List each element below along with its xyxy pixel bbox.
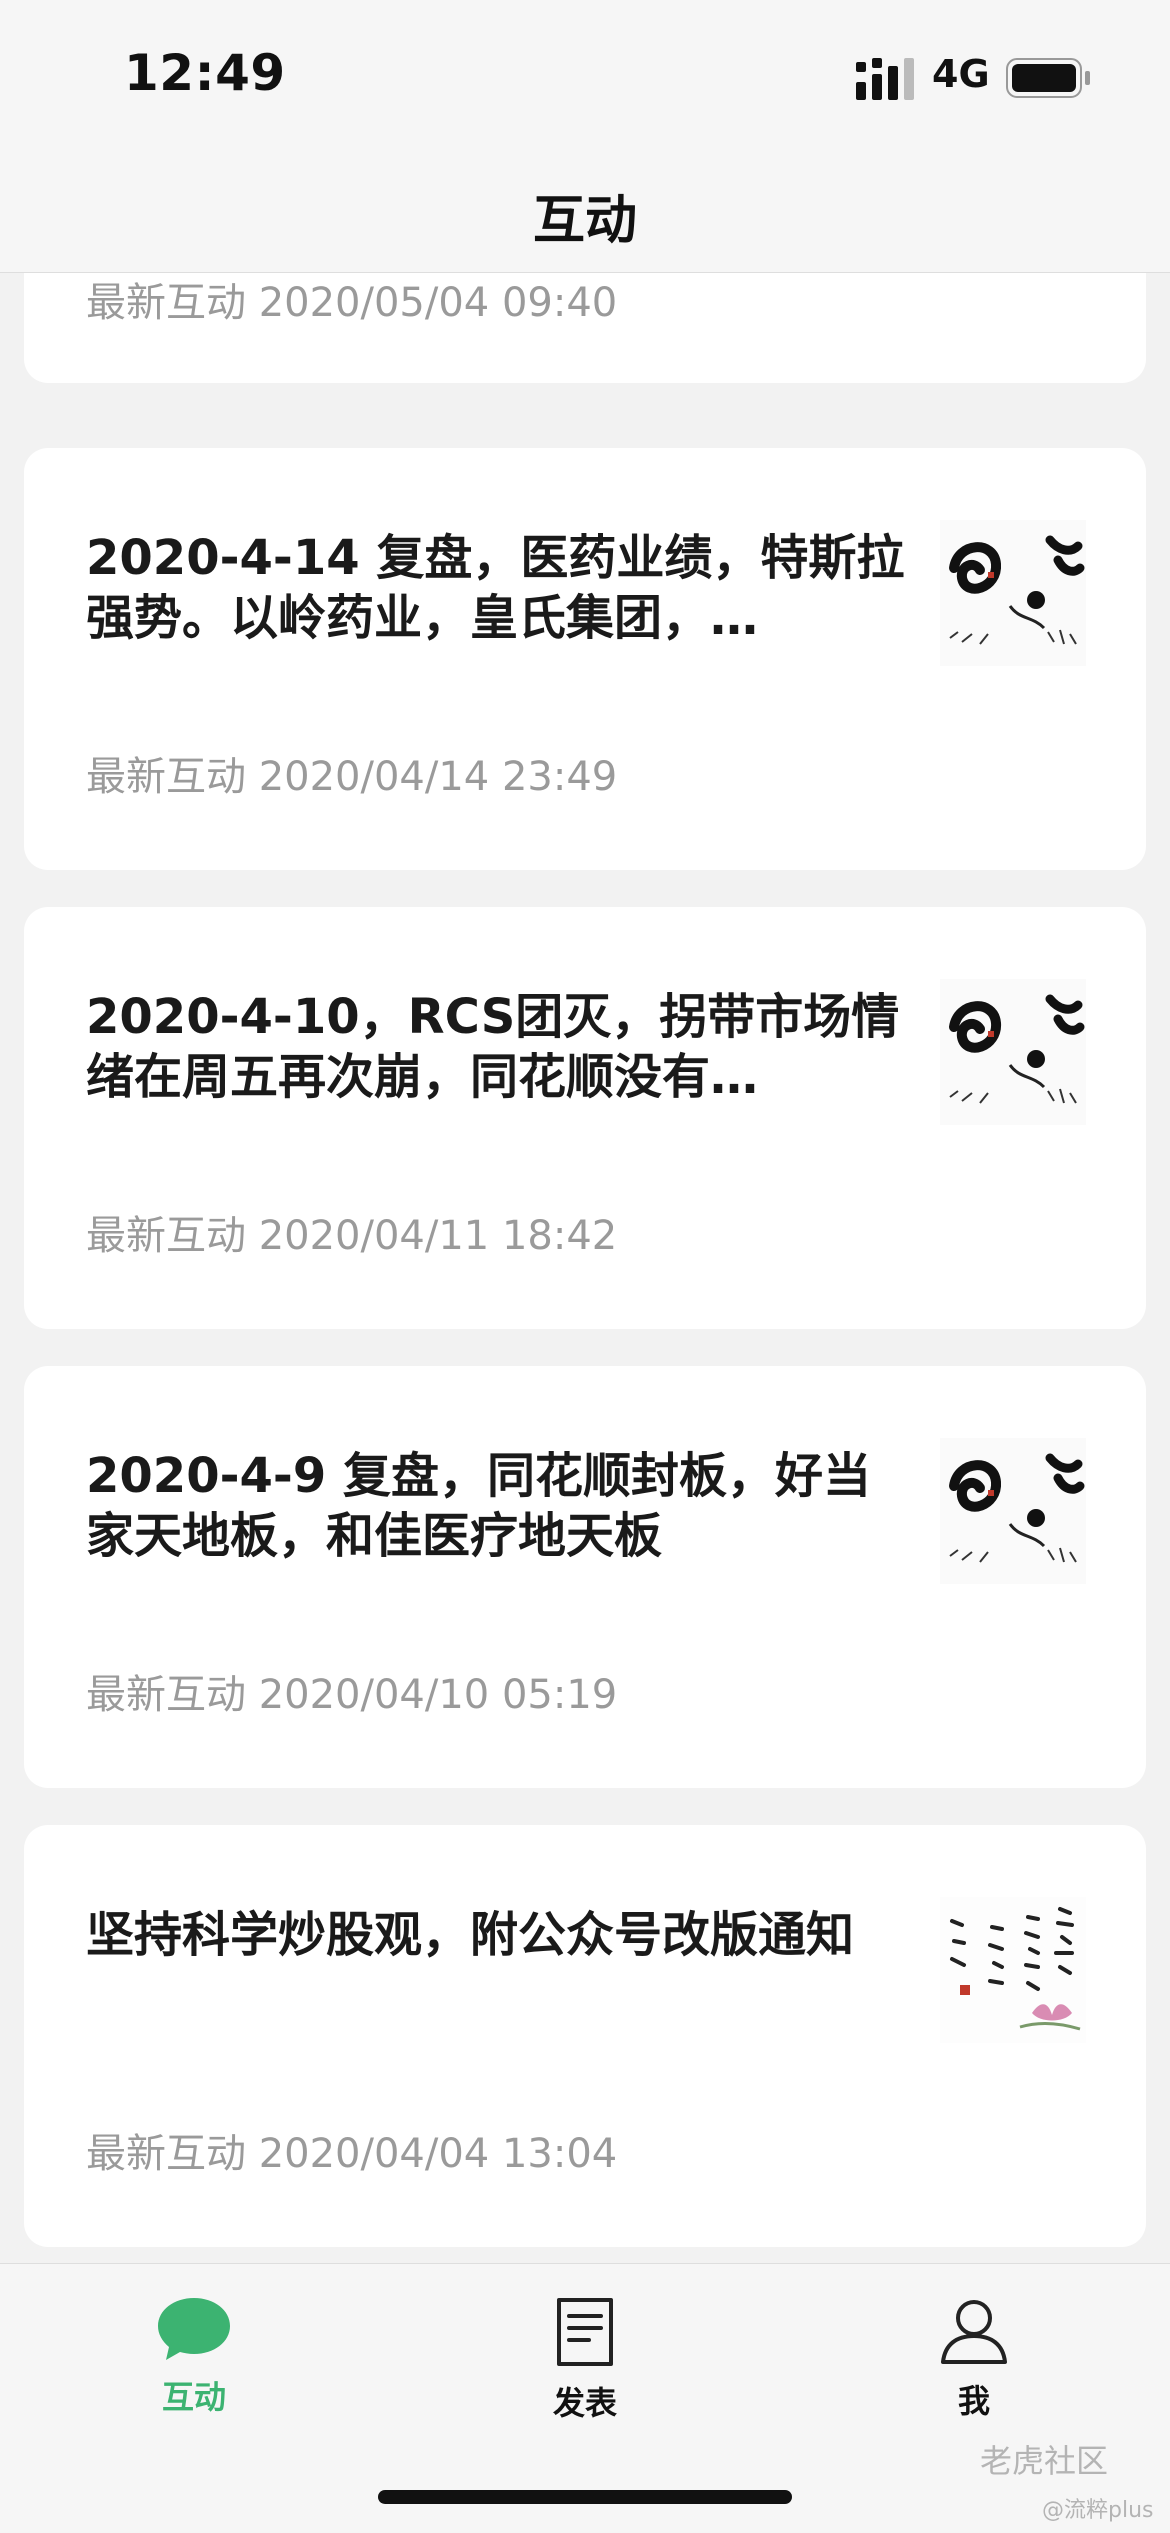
latest-interaction-time: 最新互动 2020/04/11 18:42 [86, 1213, 618, 1259]
tab-label: 发表 [552, 2384, 617, 2422]
list-item[interactable]: 2020-4-10，RCS团灭，拐带市场情绪在周五再次崩，同花顺没有… 最新互动… [24, 907, 1146, 1329]
document-icon [557, 2298, 613, 2366]
tab-label: 互动 [161, 2378, 226, 2416]
calligraphy-thumbnail [940, 520, 1086, 666]
tab-interaction[interactable]: 互动 [94, 2296, 294, 2446]
person-icon [941, 2300, 1007, 2364]
chat-bubble-icon [158, 2298, 230, 2360]
latest-interaction-time: 最新互动 2020/05/04 09:40 [86, 280, 618, 326]
calligraphy-thumbnail [940, 979, 1086, 1125]
article-title: 2020-4-9 复盘，同花顺封板，好当家天地板，和佳医疗地天板 [86, 1448, 871, 1564]
list-item[interactable]: 2020-4-14 复盘，医药业绩，特斯拉强势。以岭药业，皇氏集团，… 最新互动… [24, 448, 1146, 870]
article-title: 2020-4-10，RCS团灭，拐带市场情绪在周五再次崩，同花顺没有… [86, 989, 900, 1105]
watermark-sub: @流粹plus [1042, 2498, 1154, 2523]
status-time: 12:49 [124, 44, 286, 102]
status-bar: 12:49 4G [0, 0, 1170, 150]
tab-label: 我 [957, 2382, 990, 2420]
latest-interaction-time: 最新互动 2020/04/04 13:04 [86, 2131, 618, 2177]
signal-icon [856, 58, 914, 100]
article-title: 坚持科学炒股观，附公众号改版通知 [86, 1907, 855, 1963]
calligraphy-thumbnail [940, 1438, 1086, 1584]
tab-publish[interactable]: 发表 [485, 2296, 685, 2446]
latest-interaction-time: 最新互动 2020/04/14 23:49 [86, 754, 618, 800]
calligraphy-lotus-thumbnail [940, 1897, 1086, 2043]
tab-me[interactable]: 我 [874, 2296, 1074, 2446]
home-indicator [378, 2490, 792, 2504]
page-title: 互动 [532, 191, 637, 251]
list-item[interactable]: 2020-4-9 复盘，同花顺封板，好当家天地板，和佳医疗地天板 最新互动 20… [24, 1366, 1146, 1788]
list-item[interactable]: 坚持科学炒股观，附公众号改版通知 最新互动 2020/04/04 13:04 [24, 1825, 1146, 2247]
nav-bar: 互动 [0, 150, 1170, 273]
interaction-list[interactable]: 最新互动 2020/05/04 09:40 2020-4-14 复盘，医药业绩，… [0, 273, 1170, 2263]
latest-interaction-time: 最新互动 2020/04/10 05:19 [86, 1672, 618, 1718]
network-type: 4G [932, 52, 990, 96]
watermark: 老虎社区 [980, 2442, 1109, 2480]
article-title: 2020-4-14 复盘，医药业绩，特斯拉强势。以岭药业，皇氏集团，… [86, 530, 905, 646]
list-item[interactable]: 最新互动 2020/05/04 09:40 [24, 273, 1146, 383]
battery-icon [1006, 58, 1090, 98]
